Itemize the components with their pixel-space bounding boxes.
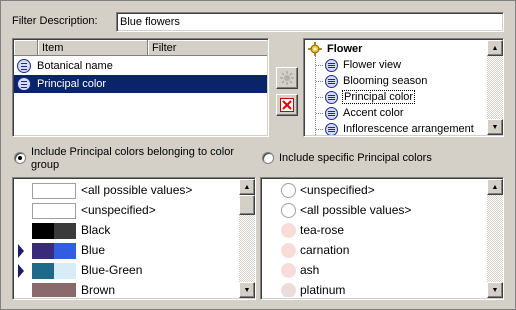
add-icon — [280, 71, 294, 85]
color-group-label: Brown — [81, 283, 116, 297]
color-dot — [281, 223, 296, 238]
tree-item[interactable]: Flower view — [316, 57, 401, 73]
scroll-up-icon[interactable]: ▲ — [239, 179, 255, 195]
tree-item-label: Blooming season — [343, 75, 428, 87]
specific-color-scrollbar[interactable]: ▲ ▼ — [487, 179, 503, 298]
color-dot — [281, 283, 296, 297]
table-row[interactable]: Principal color — [14, 75, 267, 93]
scroll-thumb[interactable] — [239, 195, 255, 215]
tree-connector — [316, 128, 323, 130]
list-icon — [325, 122, 338, 135]
specific-colors-radio[interactable] — [262, 152, 274, 164]
color-group-label: Blue-Green — [81, 263, 143, 277]
specific-color-label: <all possible values> — [300, 203, 412, 217]
list-item[interactable]: Blue — [15, 242, 237, 260]
tree-connector — [316, 80, 323, 82]
tree-item-label: Flower view — [343, 59, 402, 71]
list-icon — [17, 59, 31, 73]
remove-icon — [280, 98, 294, 112]
tree-item-label: Principal color — [341, 90, 416, 104]
list-item[interactable]: <all possible values> — [263, 202, 485, 220]
scroll-down-icon[interactable]: ▼ — [239, 282, 255, 298]
filter-description-field[interactable] — [116, 12, 504, 32]
gear-icon — [308, 42, 322, 56]
filter-dialog: Filter Description: Item Filter Botanica… — [0, 0, 516, 310]
list-item[interactable]: carnation — [263, 242, 485, 260]
list-item[interactable]: Brown — [15, 282, 237, 297]
tree-item-label: Inflorescence arrangement — [343, 123, 474, 135]
list-icon — [325, 90, 338, 104]
list-item[interactable]: <all possible values> — [15, 182, 237, 200]
color-swatch — [32, 203, 76, 219]
list-item[interactable]: platinum — [263, 282, 485, 297]
tree-connector — [316, 96, 323, 98]
specific-colors-radio-label[interactable]: Include specific Principal colors — [279, 152, 432, 164]
color-dot — [281, 203, 296, 218]
list-item[interactable]: ash — [263, 262, 485, 280]
color-group-radio[interactable] — [14, 152, 26, 164]
list-icon — [17, 77, 31, 91]
color-swatch — [32, 223, 76, 239]
color-swatch — [32, 243, 76, 259]
list-item[interactable]: Black — [15, 222, 237, 240]
table-cell-item: Principal color — [37, 78, 107, 90]
color-swatch — [32, 283, 76, 297]
color-group-radio-label[interactable]: Include Principal colors belonging to co… — [31, 146, 257, 172]
table-header-filter[interactable]: Filter — [148, 40, 267, 56]
list-item[interactable]: tea-rose — [263, 222, 485, 240]
color-dot — [281, 243, 296, 258]
remove-button[interactable] — [276, 94, 298, 116]
list-icon — [325, 74, 338, 88]
specific-color-label: platinum — [300, 283, 346, 297]
table-header-icon[interactable] — [14, 40, 38, 56]
tree-item[interactable]: Principal color — [316, 89, 416, 105]
selected-marker-icon — [18, 264, 24, 278]
tree-root[interactable]: Flower — [308, 41, 362, 57]
list-item[interactable]: <unspecified> — [15, 202, 237, 220]
tree-item[interactable]: Blooming season — [316, 73, 427, 89]
color-group-label: Blue — [81, 243, 106, 257]
tree-item[interactable]: Accent color — [316, 105, 404, 121]
tree-root-label: Flower — [327, 43, 363, 55]
list-icon — [325, 58, 338, 72]
list-item[interactable]: Blue-Green — [15, 262, 237, 280]
add-button[interactable] — [276, 67, 298, 89]
color-group-list: <all possible values> <unspecified> Black B… — [12, 177, 256, 300]
specific-color-label: <unspecified> — [300, 183, 375, 197]
color-group-label: <unspecified> — [81, 203, 156, 217]
scroll-up-icon[interactable]: ▲ — [487, 40, 503, 56]
specific-color-label: tea-rose — [300, 223, 345, 237]
scroll-down-icon[interactable]: ▼ — [487, 119, 503, 135]
selected-marker-icon — [18, 244, 24, 258]
list-item[interactable]: <unspecified> — [263, 182, 485, 200]
filter-description-input[interactable] — [117, 14, 499, 30]
color-group-label: <all possible values> — [81, 183, 193, 197]
list-icon — [325, 106, 338, 120]
item-filter-table: Item Filter Botanical name Principal colo… — [12, 38, 269, 137]
specific-color-label: carnation — [300, 243, 350, 257]
tree-scrollbar[interactable]: ▲ ▼ — [487, 40, 503, 135]
table-row[interactable]: Botanical name — [14, 57, 267, 75]
tree-item[interactable]: Inflorescence arrangement — [316, 121, 474, 135]
color-swatch — [32, 263, 76, 279]
scroll-up-icon[interactable]: ▲ — [487, 179, 503, 195]
specific-color-label: ash — [300, 263, 320, 277]
tree-item-label: Accent color — [343, 107, 404, 119]
attribute-tree: Flower Flower view Blooming season Princip… — [303, 38, 504, 137]
color-dot — [281, 183, 296, 198]
color-dot — [281, 263, 296, 278]
scroll-down-icon[interactable]: ▼ — [487, 282, 503, 298]
specific-color-list: <unspecified> <all possible values> tea-ro… — [260, 177, 504, 300]
color-swatch — [32, 183, 76, 199]
tree-connector — [316, 112, 323, 114]
table-header-item[interactable]: Item — [38, 40, 148, 56]
tree-connector — [316, 64, 323, 66]
color-group-scrollbar[interactable]: ▲ ▼ — [239, 179, 255, 298]
table-cell-item: Botanical name — [37, 60, 113, 72]
filter-description-label: Filter Description: — [12, 15, 98, 27]
color-group-label: Black — [81, 223, 111, 237]
